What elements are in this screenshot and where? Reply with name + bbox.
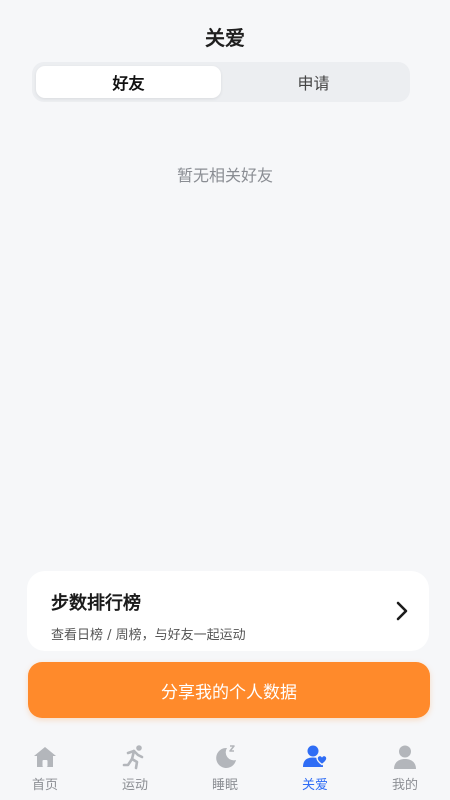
running-icon (122, 745, 144, 770)
profile-icon (394, 745, 416, 769)
friend-tabs: 好友 申请 (32, 62, 410, 102)
nav-label-sleep: 睡眠 (211, 778, 238, 793)
chevron-right-icon (396, 601, 408, 621)
share-personal-data-button[interactable]: 分享我的个人数据 (28, 662, 430, 718)
step-ranking-card[interactable]: 步数排行榜 查看日榜 / 周榜，与好友一起运动 (27, 571, 429, 651)
nav-label-home: 首页 (31, 778, 58, 793)
home-icon (34, 747, 56, 767)
tab-friends[interactable]: 好友 (36, 66, 221, 98)
bottom-nav: 首页 运动 睡眠 关爱 我的 (0, 735, 450, 800)
empty-state-text: 暂无相关好友 (176, 166, 273, 185)
nav-label-mine: 我的 (391, 778, 418, 793)
ranking-card-subtitle: 查看日榜 / 周榜，与好友一起运动 (51, 628, 246, 643)
tab-requests[interactable]: 申请 (221, 66, 406, 98)
nav-label-sports: 运动 (121, 778, 148, 793)
nav-label-care: 关爱 (301, 778, 328, 793)
friends-icon (303, 745, 328, 767)
moon-sleep-icon (216, 745, 236, 768)
nav-item-sleep[interactable]: 睡眠 (180, 735, 270, 800)
nav-item-mine[interactable]: 我的 (360, 735, 450, 800)
nav-item-care[interactable]: 关爱 (270, 735, 360, 800)
nav-item-home[interactable]: 首页 (0, 735, 90, 800)
nav-item-sports[interactable]: 运动 (90, 735, 180, 800)
ranking-card-title: 步数排行榜 (51, 593, 141, 614)
page-title: 关爱 (205, 26, 245, 50)
